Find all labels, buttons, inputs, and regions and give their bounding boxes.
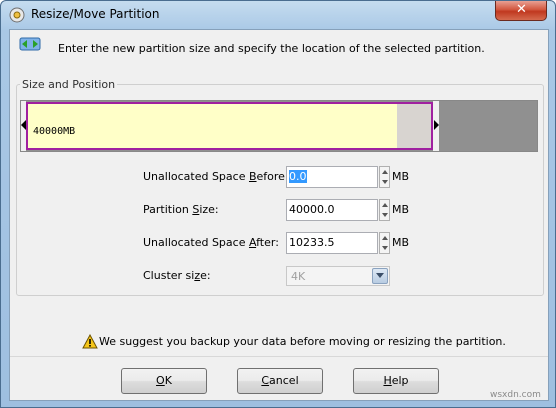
watermark: wsxdn.com: [490, 390, 541, 400]
close-button[interactable]: ✕: [495, 1, 547, 21]
cluster-size-select[interactable]: 4K: [286, 266, 390, 286]
partition-size-label: 40000MB: [33, 126, 76, 137]
cluster-size-value: 4K: [291, 270, 306, 283]
unallocated-before-label: Unallocated Space Before:: [143, 170, 289, 183]
button-separator: [10, 356, 548, 357]
partition-size-spinner[interactable]: [379, 199, 390, 221]
close-icon: ✕: [516, 2, 527, 17]
ok-button[interactable]: OK: [121, 368, 207, 394]
unallocated-before-input[interactable]: 0.0: [286, 166, 378, 188]
unit-label: MB: [392, 236, 410, 249]
partition-map[interactable]: 40000MB: [20, 100, 538, 152]
cancel-button[interactable]: Cancel: [237, 368, 323, 394]
warning-text: We suggest you backup your data before m…: [99, 335, 506, 348]
spin-down-icon[interactable]: [382, 246, 388, 250]
warning-icon: [82, 334, 98, 349]
partition-size-input[interactable]: 40000.0: [286, 199, 378, 221]
spin-down-icon[interactable]: [382, 180, 388, 184]
help-button[interactable]: Help: [353, 368, 439, 394]
unallocated-after-label: Unallocated Space After:: [143, 236, 279, 249]
unallocated-before-spinner[interactable]: [379, 166, 390, 188]
unallocated-after-spinner[interactable]: [379, 232, 390, 254]
spin-up-icon[interactable]: [382, 236, 388, 240]
right-arrow-icon: [434, 120, 439, 130]
cluster-size-label: Cluster size:: [143, 269, 211, 282]
partition-block[interactable]: 40000MB: [26, 102, 433, 150]
dialog-window: Resize/Move Partition ✕ Enter the new pa…: [0, 0, 556, 408]
unallocated-after-input[interactable]: 10233.5: [286, 232, 378, 254]
partition-size-label-field: Partition Size:: [143, 203, 219, 216]
title-bar[interactable]: Resize/Move Partition ✕: [1, 1, 555, 29]
spin-up-icon[interactable]: [382, 170, 388, 174]
spin-down-icon[interactable]: [382, 213, 388, 217]
spin-up-icon[interactable]: [382, 203, 388, 207]
partition-app-icon: [9, 7, 25, 23]
window-title: Resize/Move Partition: [31, 7, 160, 21]
unit-label: MB: [392, 170, 410, 183]
resize-move-icon: [19, 37, 41, 51]
chevron-down-icon[interactable]: [372, 268, 388, 284]
used-space: [28, 104, 397, 148]
instruction-text: Enter the new partition size and specify…: [58, 42, 485, 55]
unit-label: MB: [392, 203, 410, 216]
group-label: Size and Position: [20, 78, 118, 91]
dialog-body: Enter the new partition size and specify…: [9, 29, 549, 401]
right-resize-handle[interactable]: [433, 101, 439, 151]
